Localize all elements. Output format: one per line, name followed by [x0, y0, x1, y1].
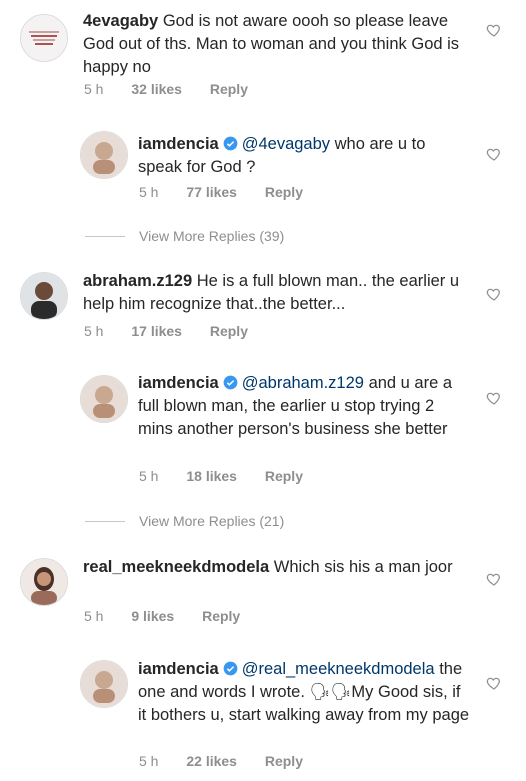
comments-list: 4evagaby God is not aware oooh so please… — [0, 0, 526, 781]
reply-button[interactable]: Reply — [202, 608, 240, 624]
comment-time: 5 h — [84, 81, 104, 97]
mention-link[interactable]: @real_meekneekdmodela — [242, 660, 435, 678]
comment-meta: 5 h 77 likes Reply — [139, 184, 327, 200]
avatar[interactable] — [20, 558, 68, 606]
comment-likes[interactable]: 77 likes — [186, 184, 237, 200]
comment-username[interactable]: 4evagaby — [83, 12, 158, 30]
like-heart-icon[interactable] — [486, 675, 502, 691]
comment-time: 5 h — [139, 468, 159, 484]
comment-time: 5 h — [84, 323, 104, 339]
comment-text: real_meekneekdmodela Which sis his a man… — [83, 556, 463, 579]
comment-meta: 5 h 22 likes Reply — [139, 753, 327, 769]
like-heart-icon[interactable] — [486, 286, 502, 302]
reply-button[interactable]: Reply — [210, 323, 248, 339]
comment-username[interactable]: real_meekneekdmodela — [83, 558, 269, 576]
avatar-image — [21, 273, 67, 319]
reply-button[interactable]: Reply — [265, 184, 303, 200]
comment-username[interactable]: iamdencia — [138, 660, 219, 678]
like-heart-icon[interactable] — [486, 390, 502, 406]
comment-username[interactable]: iamdencia — [138, 374, 219, 392]
view-more-replies[interactable]: View More Replies (39) — [85, 228, 284, 244]
comment-body: Which sis his a man joor — [273, 558, 453, 576]
divider — [85, 520, 125, 522]
verified-badge-icon — [223, 375, 238, 390]
like-heart-icon[interactable] — [486, 146, 502, 162]
avatar[interactable] — [20, 14, 68, 62]
verified-badge-icon — [223, 136, 238, 151]
comment-text: abraham.z129 He is a full blown man.. th… — [83, 270, 463, 316]
comment-text: 4evagaby God is not aware oooh so please… — [83, 10, 463, 79]
comment-username[interactable]: abraham.z129 — [83, 272, 192, 290]
comment-likes[interactable]: 22 likes — [186, 753, 237, 769]
avatar-image — [21, 15, 67, 61]
avatar-image — [81, 132, 127, 178]
divider — [85, 235, 125, 237]
reply-button[interactable]: Reply — [265, 753, 303, 769]
view-more-label: View More Replies (39) — [139, 228, 285, 244]
comment-time: 5 h — [84, 608, 104, 624]
reply-text: iamdencia @abraham.z129 and u are a full … — [138, 372, 472, 441]
comment-likes[interactable]: 17 likes — [131, 323, 182, 339]
mention-link[interactable]: @4evagaby — [242, 135, 330, 153]
avatar[interactable] — [80, 375, 128, 423]
avatar[interactable] — [80, 131, 128, 179]
comment-meta: 5 h 18 likes Reply — [139, 468, 327, 484]
comment-likes[interactable]: 9 likes — [131, 608, 174, 624]
comment-time: 5 h — [139, 184, 159, 200]
comment-meta: 5 h 9 likes Reply — [84, 608, 264, 624]
view-more-replies[interactable]: View More Replies (21) — [85, 513, 284, 529]
like-heart-icon[interactable] — [486, 22, 502, 38]
reply-button[interactable]: Reply — [265, 468, 303, 484]
mention-link[interactable]: @abraham.z129 — [242, 374, 364, 392]
reply-button[interactable]: Reply — [210, 81, 248, 97]
avatar-image — [21, 559, 67, 605]
avatar-image — [81, 376, 127, 422]
verified-badge-icon — [223, 661, 238, 676]
reply-text: iamdencia @real_meekneekdmodela the one a… — [138, 658, 472, 727]
comment-time: 5 h — [139, 753, 159, 769]
avatar[interactable] — [20, 272, 68, 320]
comment-meta: 5 h 17 likes Reply — [84, 323, 272, 339]
avatar[interactable] — [80, 660, 128, 708]
comment-likes[interactable]: 18 likes — [186, 468, 237, 484]
comment-likes[interactable]: 32 likes — [131, 81, 182, 97]
like-heart-icon[interactable] — [486, 571, 502, 587]
reply-text: iamdencia @4evagaby who are u to speak fo… — [138, 133, 472, 179]
avatar-image — [81, 661, 127, 707]
comment-username[interactable]: iamdencia — [138, 135, 219, 153]
comment-meta: 5 h 32 likes Reply — [84, 81, 272, 97]
view-more-label: View More Replies (21) — [139, 513, 285, 529]
